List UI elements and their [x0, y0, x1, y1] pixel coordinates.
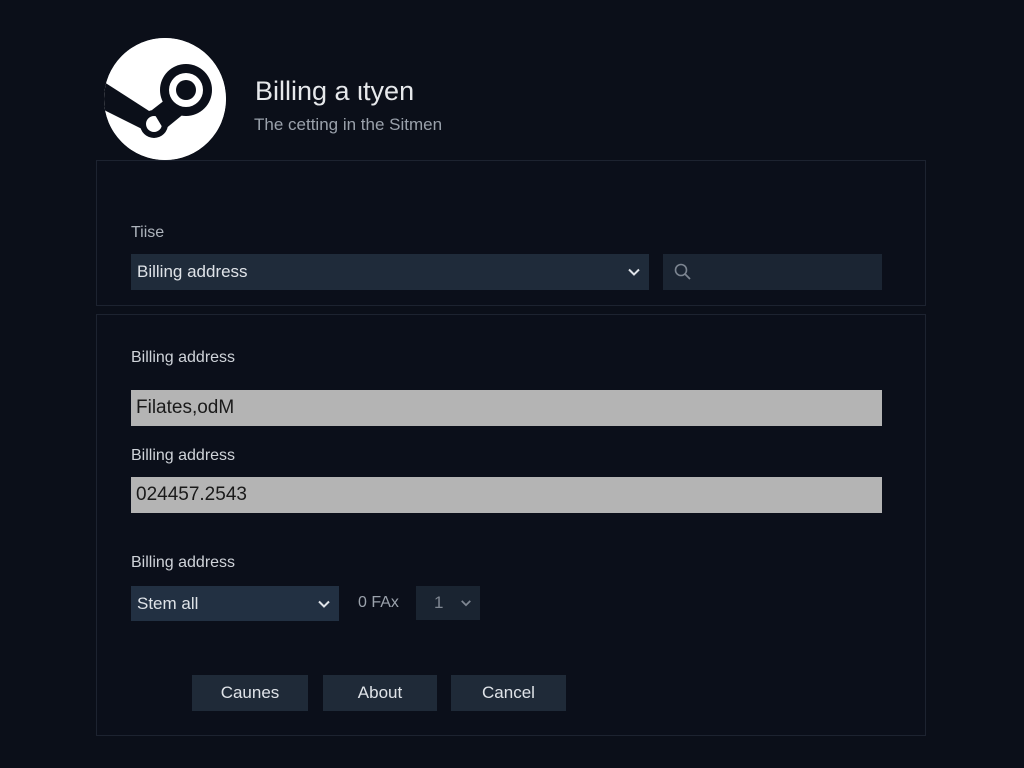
- search-input[interactable]: [663, 254, 882, 290]
- steam-logo-icon: [104, 38, 226, 160]
- page-subtitle: The cetting in the Sitmen: [254, 115, 443, 134]
- search-icon: [674, 263, 691, 280]
- type-select-value: Billing address: [137, 262, 248, 281]
- billing-address-field-1-value: Filates,odM: [136, 397, 235, 418]
- cancel-button[interactable]: Cancel: [451, 675, 566, 711]
- stem-select-value: Stem all: [137, 593, 199, 613]
- fax-count-value: 1: [434, 593, 444, 612]
- type-select[interactable]: Billing address: [131, 254, 649, 290]
- about-button[interactable]: About: [323, 675, 437, 711]
- billing-address-label-3: Billing address: [131, 554, 236, 571]
- caunes-button[interactable]: Caunes: [192, 675, 308, 711]
- fax-label: 0 FAx: [358, 594, 399, 611]
- chevron-down-icon: [461, 600, 471, 607]
- billing-address-field-2[interactable]: 024457.2543: [131, 477, 882, 513]
- stem-select[interactable]: Stem all: [131, 586, 339, 621]
- page-title: Billing a ιtyen: [255, 76, 415, 106]
- billing-page: Billing a ιtyen The cetting in the Sitme…: [0, 0, 1024, 768]
- fax-count-select[interactable]: 1: [416, 586, 480, 620]
- billing-address-field-1[interactable]: Filates,odM: [131, 390, 882, 426]
- chevron-down-icon: [628, 268, 640, 276]
- main-panel: [96, 314, 926, 736]
- billing-address-label-1: Billing address: [131, 349, 236, 366]
- billing-address-label-2: Billing address: [131, 447, 236, 464]
- type-label: Tiise: [131, 224, 165, 241]
- chevron-down-icon: [318, 600, 330, 608]
- billing-address-field-2-value: 024457.2543: [136, 484, 247, 505]
